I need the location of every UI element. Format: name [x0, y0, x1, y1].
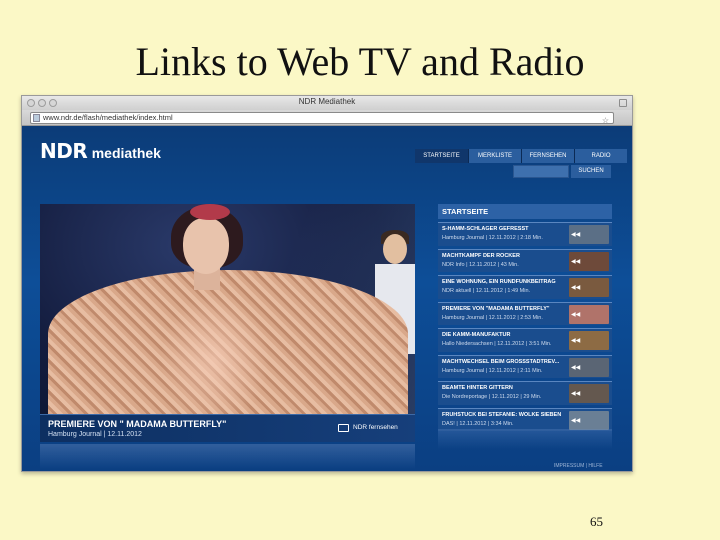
list-item-meta: Hamburg Journal | 12.11.2012 | 2:11 Min. — [442, 367, 543, 374]
nav-startseite[interactable]: STARTSEITE — [415, 149, 468, 163]
video-thumbnail[interactable]: ◀◀ — [569, 225, 609, 244]
play-icon: ◀◀ — [571, 232, 581, 238]
list-item-meta: NDR Info | 12.11.2012 | 43 Min. — [442, 261, 519, 268]
list-item[interactable]: S-HAMM-SCHLÄGER GEFRESST Hamburg Journal … — [438, 222, 612, 246]
play-icon: ◀◀ — [571, 391, 581, 397]
video-thumbnail[interactable]: ◀◀ — [569, 331, 609, 350]
list-item[interactable]: MACHTKAMPF DER ROCKER NDR Info | 12.11.20… — [438, 248, 612, 272]
video-thumbnail[interactable]: ◀◀ — [569, 384, 609, 403]
resize-icon[interactable] — [619, 99, 627, 107]
hair-flower — [190, 204, 230, 220]
video-thumbnail[interactable]: ◀◀ — [569, 278, 609, 297]
address-bar[interactable]: www.ndr.de/flash/mediathek/index.html ☆ — [30, 112, 614, 126]
list-item-title: MACHTWECHSEL BEIM GROSSSTADTREV... — [442, 358, 560, 365]
list-item-meta: Die Nordreportage | 12.11.2012 | 29 Min. — [442, 394, 542, 400]
hero-subtitle: Hamburg Journal | 12.11.2012 — [48, 431, 142, 438]
play-icon: ◀◀ — [571, 311, 581, 318]
robe-highlight — [160, 294, 270, 414]
channel-label: NDR fernsehen — [353, 424, 398, 431]
list-item[interactable]: MACHTWECHSEL BEIM GROSSSTADTREV... Hambur… — [438, 354, 612, 378]
play-icon: ◀◀ — [571, 258, 581, 265]
list-reflection — [438, 429, 612, 449]
slide-number: 65 — [590, 514, 603, 529]
singer-face — [183, 218, 229, 274]
list-item[interactable]: DIE KAMM-MANUFAKTUR Hallo Niedersachsen |… — [438, 328, 612, 352]
hero-caption[interactable]: PREMIERE VON " MADAMA BUTTERFLY" Hamburg… — [40, 414, 415, 442]
browser-window: NDR Mediathek www.ndr.de/flash/mediathek… — [21, 95, 633, 472]
list-item-title: FRÜHSTÜCK BEI STEFANIE: WOLKE SIEBEN — [442, 411, 562, 418]
window-title: NDR Mediathek — [298, 97, 356, 106]
slide-title: Links to Web TV and Radio — [135, 39, 585, 84]
play-icon: ◀◀ — [571, 417, 581, 424]
browser-titlebar: NDR Mediathek — [22, 96, 632, 110]
list-item-title: EINE WOHNUNG, EIN RUNDFUNKBEITRAG — [442, 279, 556, 285]
list-item-title: DIE KAMM-MANUFAKTUR — [442, 332, 511, 338]
video-list: STARTSEITE S-HAMM-SCHLÄGER GEFRESST Hambu… — [438, 204, 612, 431]
hero-title: PREMIERE VON " MADAMA BUTTERFLY" — [48, 419, 227, 429]
list-item-title: PREMIERE VON "MADAMA BUTTERFLY" — [442, 305, 550, 312]
logo-ndr: NDR — [40, 139, 88, 163]
list-item-meta: Hallo Niedersachsen | 12.11.2012 | 3:51 … — [442, 341, 552, 347]
list-item-meta: DAS! | 12.11.2012 | 3:34 Min. — [442, 420, 514, 427]
hero-reflection — [40, 444, 415, 469]
play-icon: ◀◀ — [571, 364, 581, 371]
video-thumbnail[interactable]: ◀◀ — [569, 410, 609, 430]
search-button[interactable]: SUCHEN — [571, 165, 611, 178]
play-icon: ◀◀ — [571, 338, 581, 344]
page-icon — [33, 114, 40, 122]
nav-fernsehen[interactable]: FERNSEHEN — [521, 149, 574, 163]
logo-mediathek: mediathek — [91, 145, 161, 161]
browser-toolbar: www.ndr.de/flash/mediathek/index.html ☆ — [22, 110, 632, 126]
list-header: STARTSEITE — [438, 204, 612, 219]
list-item-title: BEAMTE HINTER GITTERN — [442, 385, 513, 391]
main-nav: STARTSEITE MERKLISTE FERNSEHEN RADIO — [415, 149, 627, 163]
list-item[interactable]: BEAMTE HINTER GITTERN Die Nordreportage |… — [438, 381, 612, 405]
video-thumbnail[interactable]: ◀◀ — [569, 251, 609, 271]
list-item-title: S-HAMM-SCHLÄGER GEFRESST — [442, 226, 529, 232]
nav-radio[interactable]: RADIO — [574, 149, 627, 163]
search-input[interactable] — [513, 165, 569, 178]
ndr-mediathek-logo[interactable]: NDR mediathek — [40, 139, 161, 163]
list-item[interactable]: PREMIERE VON "MADAMA BUTTERFLY" Hamburg J… — [438, 301, 612, 325]
bookmark-icon[interactable]: ☆ — [602, 116, 609, 126]
nav-merkliste[interactable]: MERKLISTE — [468, 149, 521, 163]
play-icon: ◀◀ — [571, 285, 581, 291]
url-text: www.ndr.de/flash/mediathek/index.html — [43, 113, 173, 122]
list-item[interactable]: EINE WOHNUNG, EIN RUNDFUNKBEITRAG NDR akt… — [438, 275, 612, 299]
list-item[interactable]: FRÜHSTÜCK BEI STEFANIE: WOLKE SIEBEN DAS!… — [438, 407, 612, 431]
hero-video[interactable] — [40, 204, 415, 414]
tv-icon — [338, 424, 349, 432]
list-item-meta: NDR aktuell | 12.11.2012 | 1:49 Min. — [442, 288, 531, 294]
list-item-meta: Hamburg Journal | 12.11.2012 | 2:53 Min. — [442, 314, 543, 321]
list-item-title: MACHTKAMPF DER ROCKER — [442, 252, 520, 259]
video-thumbnail[interactable]: ◀◀ — [569, 304, 609, 324]
footer-links[interactable]: IMPRESSUM | HILFE — [554, 463, 603, 469]
video-thumbnail[interactable]: ◀◀ — [569, 357, 609, 377]
list-item-meta: Hamburg Journal | 12.11.2012 | 2:18 Min. — [442, 235, 543, 241]
mediathek-page: NDR mediathek STARTSEITE MERKLISTE FERNS… — [22, 126, 632, 471]
